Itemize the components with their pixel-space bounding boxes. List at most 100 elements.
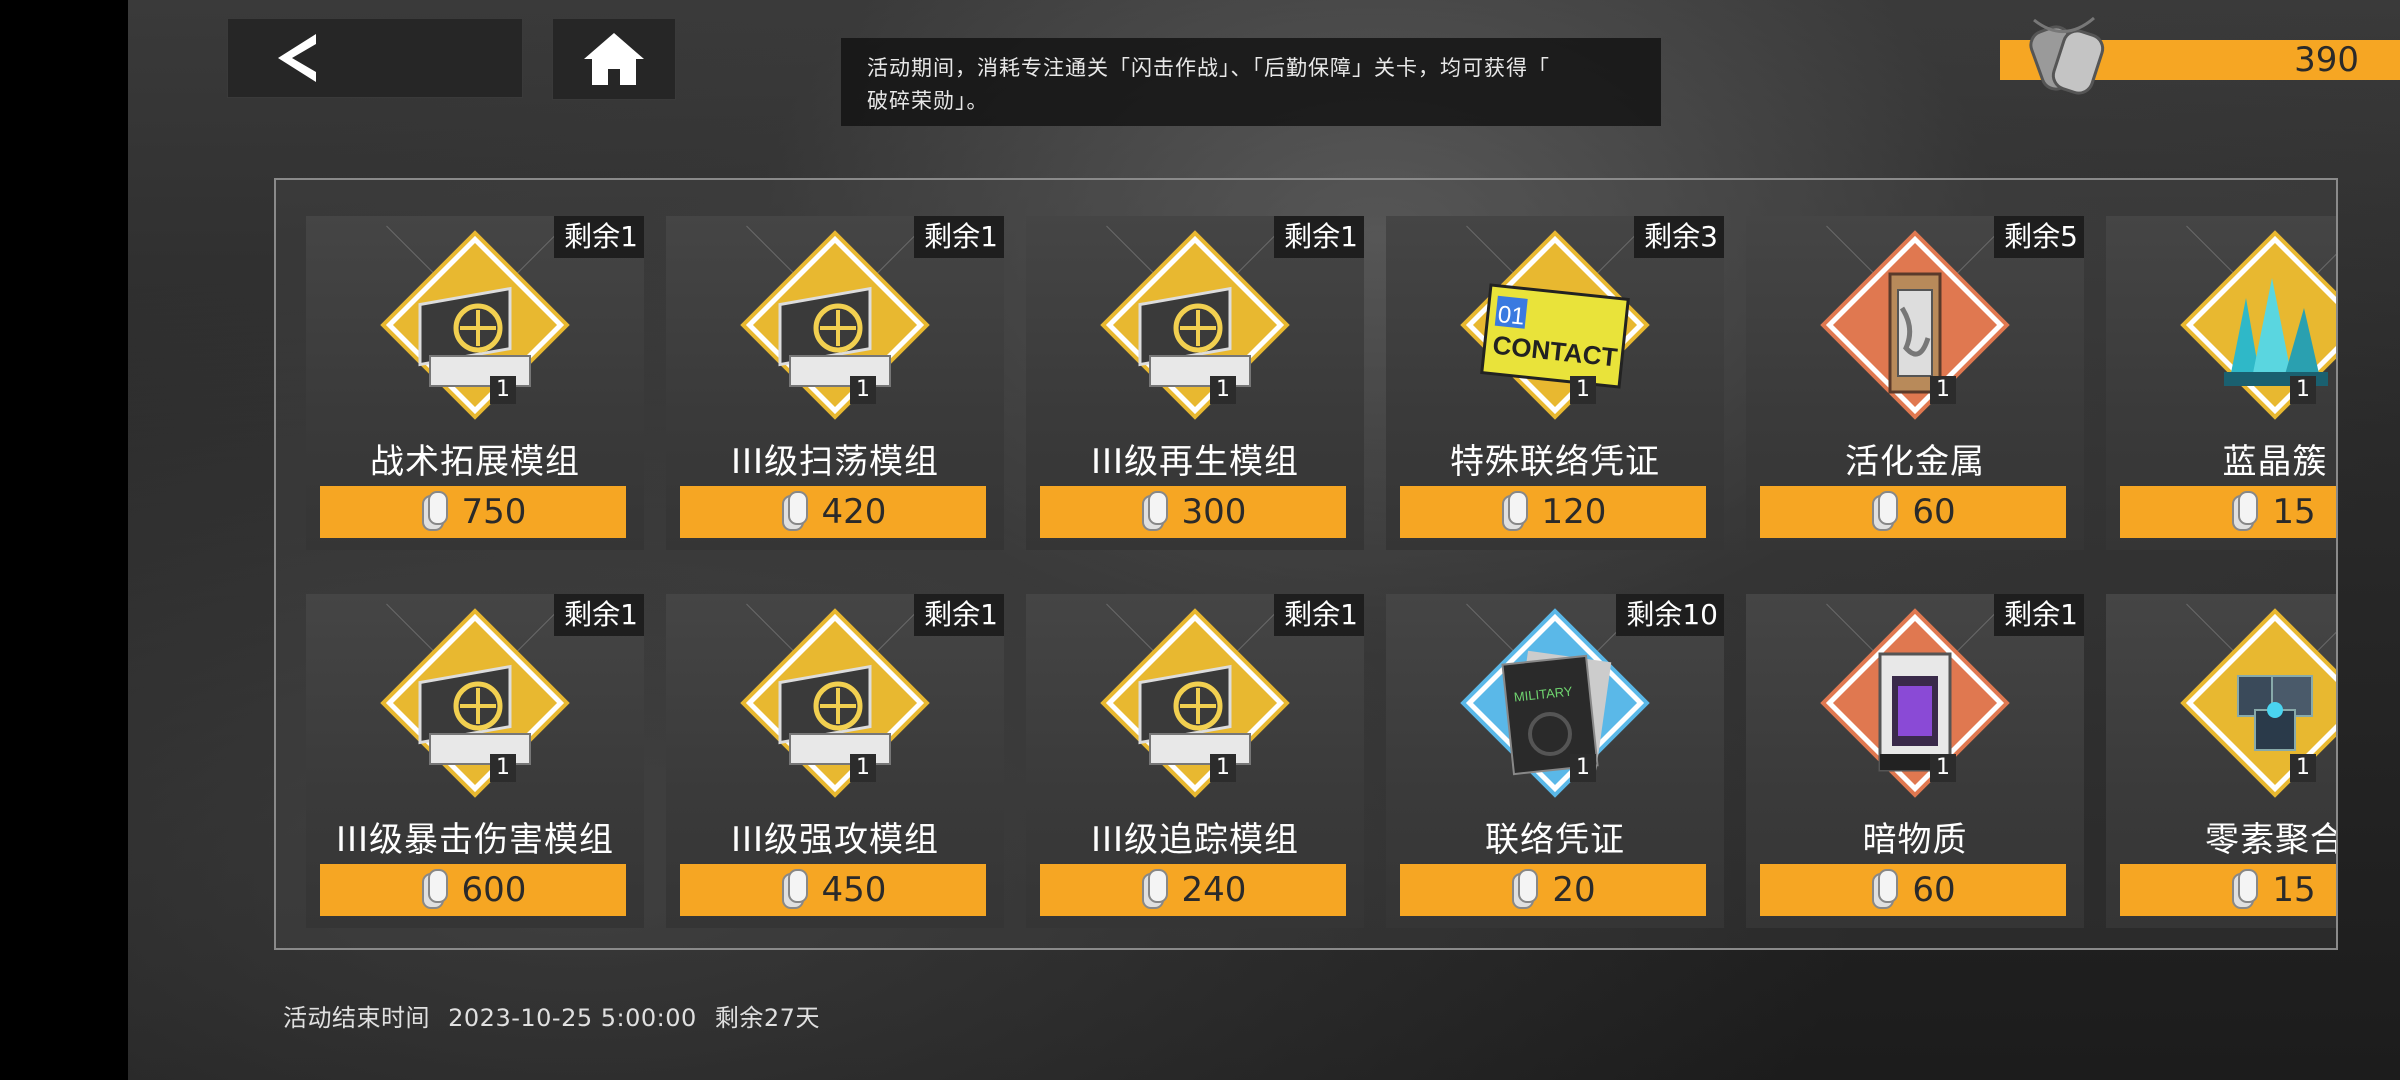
item-stock: 剩余1: [554, 216, 644, 258]
dark-matter-device-icon: [1840, 646, 1990, 776]
svg-text:01: 01: [1497, 301, 1526, 331]
item-name: 战术拓展模组: [370, 442, 580, 482]
end-time-label: 活动结束时间: [283, 1004, 430, 1032]
item-price: 15: [2272, 492, 2316, 532]
item-quantity: 1: [1930, 754, 1956, 782]
item-quantity: 1: [490, 376, 516, 404]
dog-tag-icon: [2232, 491, 2259, 531]
shop-item-card[interactable]: 1 剩余1 暗物质 60: [1746, 594, 2084, 928]
item-name: 活化金属: [1845, 442, 1985, 482]
item-price: 60: [1912, 870, 1956, 910]
item-price-button[interactable]: 300: [1040, 486, 1346, 538]
end-time-value: 2023-10-25 5:00:00: [448, 1004, 697, 1032]
event-end-time: 活动结束时间 2023-10-25 5:00:00 剩余27天: [283, 998, 820, 1033]
item-quantity: 1: [1930, 376, 1956, 404]
notice-line-2: 破碎荣勋」。: [867, 89, 989, 113]
dog-tag-icon: [1501, 491, 1528, 531]
dog-tag-icon: [421, 491, 448, 531]
item-name: 蓝晶簇: [2222, 442, 2328, 482]
item-quantity: 1: [1210, 376, 1236, 404]
item-price: 420: [821, 492, 887, 532]
item-price: 120: [1541, 492, 1607, 532]
item-stock: 剩余3: [1634, 216, 1724, 258]
back-button[interactable]: [227, 18, 523, 98]
item-price: 300: [1181, 492, 1247, 532]
module-case-icon: [760, 646, 910, 776]
shop-item-card[interactable]: 1 零素聚合 15: [2106, 594, 2338, 928]
item-stock: 剩余1: [554, 594, 644, 636]
module-case-icon: [1120, 268, 1270, 398]
item-price: 750: [461, 492, 527, 532]
item-name: III级再生模组: [1090, 442, 1300, 482]
item-price-button[interactable]: 450: [680, 864, 986, 916]
shop-item-card[interactable]: MILITARY 1 剩余10 联络凭证 20: [1386, 594, 1724, 928]
shop-item-card[interactable]: 1 剩余1 III级追踪模组 240: [1026, 594, 1364, 928]
item-stock: 剩余1: [1274, 216, 1364, 258]
shop-item-grid: 1 剩余1 战术拓展模组 750 1 剩余1 III级扫荡模组 420 1 剩余1 III级再生模组…: [274, 178, 2338, 950]
item-stock: 剩余1: [914, 216, 1004, 258]
shop-item-card[interactable]: 1 剩余1 III级再生模组 300: [1026, 216, 1364, 550]
contact-card-icon: 01 CONTACT: [1480, 268, 1630, 398]
item-quantity: 1: [1210, 754, 1236, 782]
item-name: III级扫荡模组: [730, 442, 940, 482]
item-name: III级追踪模组: [1090, 820, 1300, 860]
item-price-button[interactable]: 420: [680, 486, 986, 538]
item-price-button[interactable]: 15: [2120, 864, 2336, 916]
event-shop-screen: 活动期间，消耗专注通关「闪击作战」、「后勤保障」关卡，均可获得「 破碎荣勋」。 …: [128, 0, 2400, 1080]
cube-cluster-icon: [2200, 646, 2336, 776]
item-price-button[interactable]: 600: [320, 864, 626, 916]
dog-tag-icon: [1141, 491, 1168, 531]
dog-tag-icon: [1512, 869, 1539, 909]
back-arrow-icon: [278, 34, 316, 82]
event-notice: 活动期间，消耗专注通关「闪击作战」、「后勤保障」关卡，均可获得「 破碎荣勋」。: [841, 38, 1661, 126]
crystal-cluster-icon: [2200, 268, 2336, 398]
item-quantity: 1: [2290, 376, 2316, 404]
shop-item-card[interactable]: 1 剩余5 活化金属 60: [1746, 216, 2084, 550]
module-case-icon: [760, 268, 910, 398]
item-quantity: 1: [490, 754, 516, 782]
shop-item-card[interactable]: 01 CONTACT 1 剩余3 特殊联络凭证 120: [1386, 216, 1724, 550]
dog-tag-icon: [781, 869, 808, 909]
dog-tag-icon: [1872, 869, 1899, 909]
shop-item-card[interactable]: 1 剩余1 III级强攻模组 450: [666, 594, 1004, 928]
item-quantity: 1: [2290, 754, 2316, 782]
item-quantity: 1: [1570, 376, 1596, 404]
item-price: 15: [2272, 870, 2316, 910]
item-price-button[interactable]: 60: [1760, 864, 2066, 916]
item-price: 20: [1552, 870, 1596, 910]
item-name: III级强攻模组: [730, 820, 940, 860]
dog-tags-icon: [2029, 16, 2105, 95]
item-quantity: 1: [850, 754, 876, 782]
module-case-icon: [1120, 646, 1270, 776]
item-price-button[interactable]: 240: [1040, 864, 1346, 916]
currency-display: 390: [2000, 16, 2400, 95]
item-stock: 剩余1: [914, 594, 1004, 636]
metal-canister-icon: [1840, 268, 1990, 398]
module-case-icon: [400, 268, 550, 398]
item-price-button[interactable]: 60: [1760, 486, 2066, 538]
shop-item-card[interactable]: 1 剩余1 III级暴击伤害模组 600: [306, 594, 644, 928]
item-stock: 剩余1: [1994, 594, 2084, 636]
shop-item-card[interactable]: 1 剩余1 战术拓展模组 750: [306, 216, 644, 550]
item-stock: 剩余10: [1616, 594, 1724, 636]
item-name: 联络凭证: [1485, 820, 1625, 860]
item-name: 零素聚合: [2205, 820, 2338, 860]
item-price-button[interactable]: 20: [1400, 864, 1706, 916]
item-quantity: 1: [1570, 754, 1596, 782]
military-document-icon: MILITARY: [1480, 646, 1630, 776]
item-price-button[interactable]: 15: [2120, 486, 2336, 538]
item-price: 600: [461, 870, 527, 910]
item-stock: 剩余5: [1994, 216, 2084, 258]
dog-tag-icon: [2232, 869, 2259, 909]
module-case-icon: [400, 646, 550, 776]
remaining-days: 剩余27天: [714, 1004, 820, 1032]
item-price-button[interactable]: 120: [1400, 486, 1706, 538]
item-name: III级暴击伤害模组: [335, 820, 615, 860]
shop-item-card[interactable]: 1 蓝晶簇 15: [2106, 216, 2336, 550]
item-name: 特殊联络凭证: [1450, 442, 1660, 482]
dog-tag-icon: [781, 491, 808, 531]
home-button[interactable]: [552, 18, 676, 100]
item-price-button[interactable]: 750: [320, 486, 626, 538]
item-stock: 剩余1: [1274, 594, 1364, 636]
shop-item-card[interactable]: 1 剩余1 III级扫荡模组 420: [666, 216, 1004, 550]
